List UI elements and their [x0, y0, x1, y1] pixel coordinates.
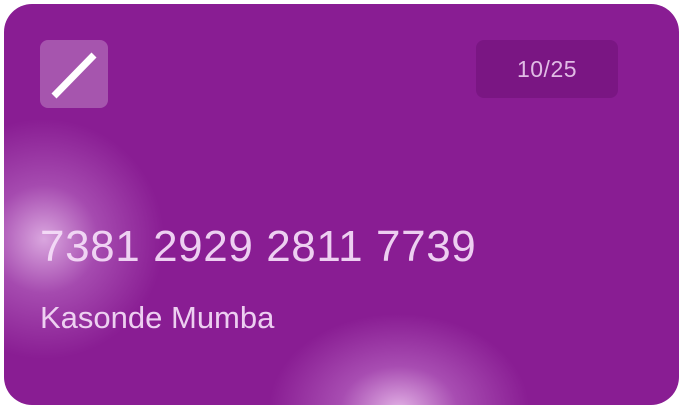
pencil-slash-icon	[51, 52, 97, 99]
card-holder-name: Kasonde Mumba	[40, 300, 275, 335]
credit-card: 10/25 7381 2929 2811 7739 Kasonde Mumba	[4, 4, 679, 405]
page: 10/25 7381 2929 2811 7739 Kasonde Mumba	[0, 0, 680, 410]
card-counter-badge: 10/25	[476, 40, 618, 98]
card-number: 7381 2929 2811 7739	[40, 222, 477, 271]
edit-card-button[interactable]	[40, 40, 108, 108]
